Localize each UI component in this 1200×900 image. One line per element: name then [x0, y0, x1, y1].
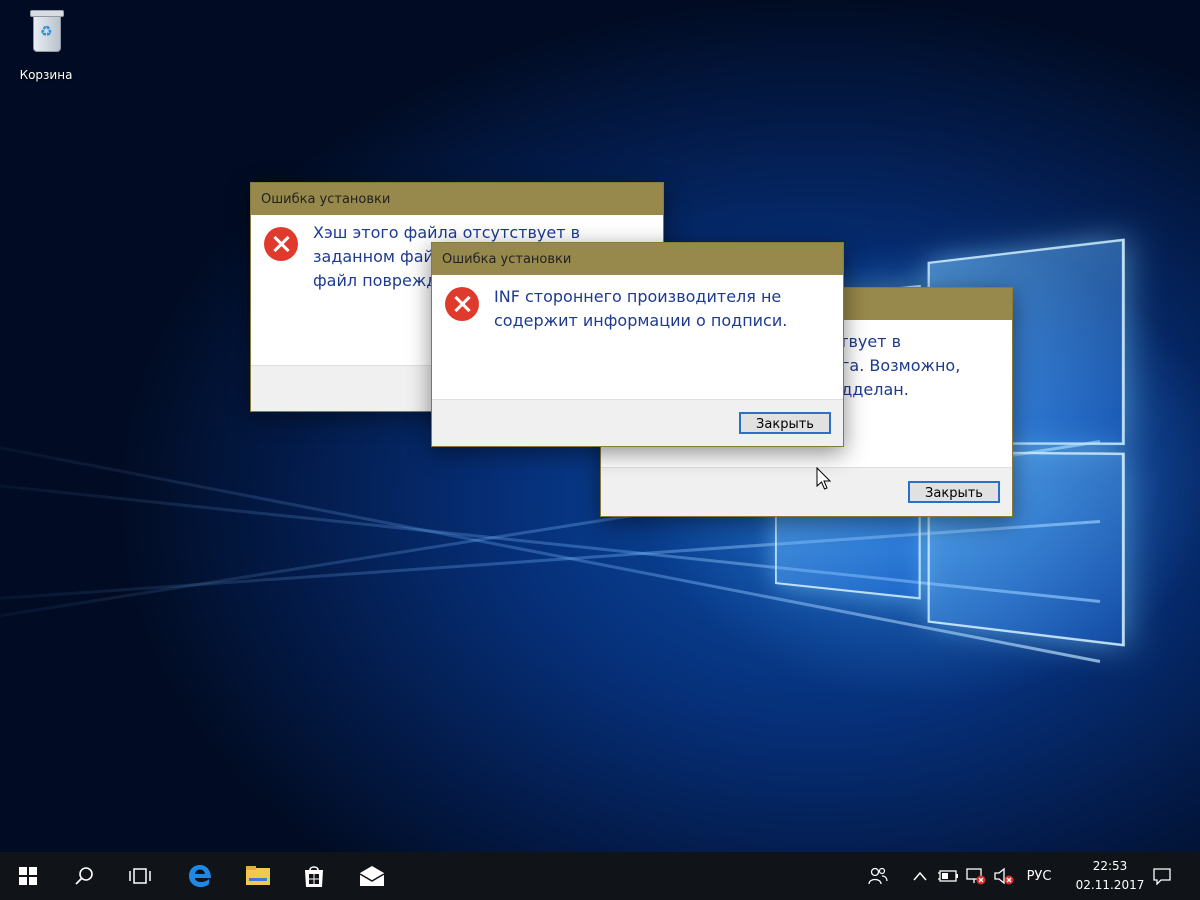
action-center-button[interactable] [1146, 852, 1178, 900]
close-button[interactable]: Закрыть [739, 412, 831, 434]
dialog-title[interactable]: Ошибка установки [432, 243, 843, 275]
network-icon [966, 868, 986, 885]
volume-tray-button[interactable] [990, 852, 1018, 900]
search-button[interactable] [60, 852, 108, 900]
show-hidden-icons-button[interactable] [906, 852, 934, 900]
dialog-message-line: содержит информации о подписи. [494, 311, 788, 330]
desktop: Корзина Ошибка установки Хэш этого файла… [0, 0, 1200, 852]
people-icon [868, 867, 888, 885]
edge-icon [189, 865, 211, 887]
people-button[interactable] [862, 852, 894, 900]
task-view-icon [129, 868, 151, 884]
dialog-content: INF стороннего производителя не содержит… [432, 275, 843, 400]
clock-time: 22:53 [1092, 859, 1128, 873]
start-button[interactable] [4, 852, 52, 900]
mail-taskbar-button[interactable] [348, 852, 396, 900]
taskbar: РУС 22:53 02.11.2017 [0, 852, 1200, 900]
close-button[interactable]: Закрыть [908, 481, 1000, 503]
clock-date: 02.11.2017 [1075, 878, 1145, 892]
task-view-button[interactable] [116, 852, 164, 900]
taskbar-clock[interactable]: 22:53 02.11.2017 [1072, 857, 1148, 895]
error-icon [264, 227, 298, 261]
volume-muted-icon [994, 867, 1014, 885]
recycle-bin-icon [28, 8, 64, 52]
start-icon [19, 867, 37, 885]
mail-icon [359, 866, 385, 886]
store-icon [305, 866, 323, 887]
network-tray-button[interactable] [962, 852, 990, 900]
install-error-dialog-front[interactable]: Ошибка установки INF стороннего производ… [431, 242, 844, 447]
file-explorer-icon [246, 866, 270, 885]
edge-taskbar-button[interactable] [176, 852, 224, 900]
search-icon [75, 867, 93, 885]
chevron-up-icon [913, 871, 927, 881]
dialog-message-line: INF стороннего производителя не [494, 287, 782, 306]
recycle-bin-label: Корзина [19, 68, 73, 82]
file-explorer-taskbar-button[interactable] [234, 852, 282, 900]
dialog-message: INF стороннего производителя не содержит… [494, 285, 787, 333]
store-taskbar-button[interactable] [290, 852, 338, 900]
dialog-footer: Закрыть [432, 399, 843, 446]
notifications-icon [1153, 868, 1171, 885]
dialog-title[interactable]: Ошибка установки [251, 183, 663, 215]
dialog-footer: Закрыть [601, 467, 1012, 516]
error-icon [445, 287, 479, 321]
battery-icon [938, 870, 958, 882]
battery-tray-button[interactable] [934, 852, 962, 900]
language-indicator[interactable]: РУС [1020, 852, 1058, 900]
recycle-bin-shortcut[interactable]: Корзина [10, 8, 82, 82]
